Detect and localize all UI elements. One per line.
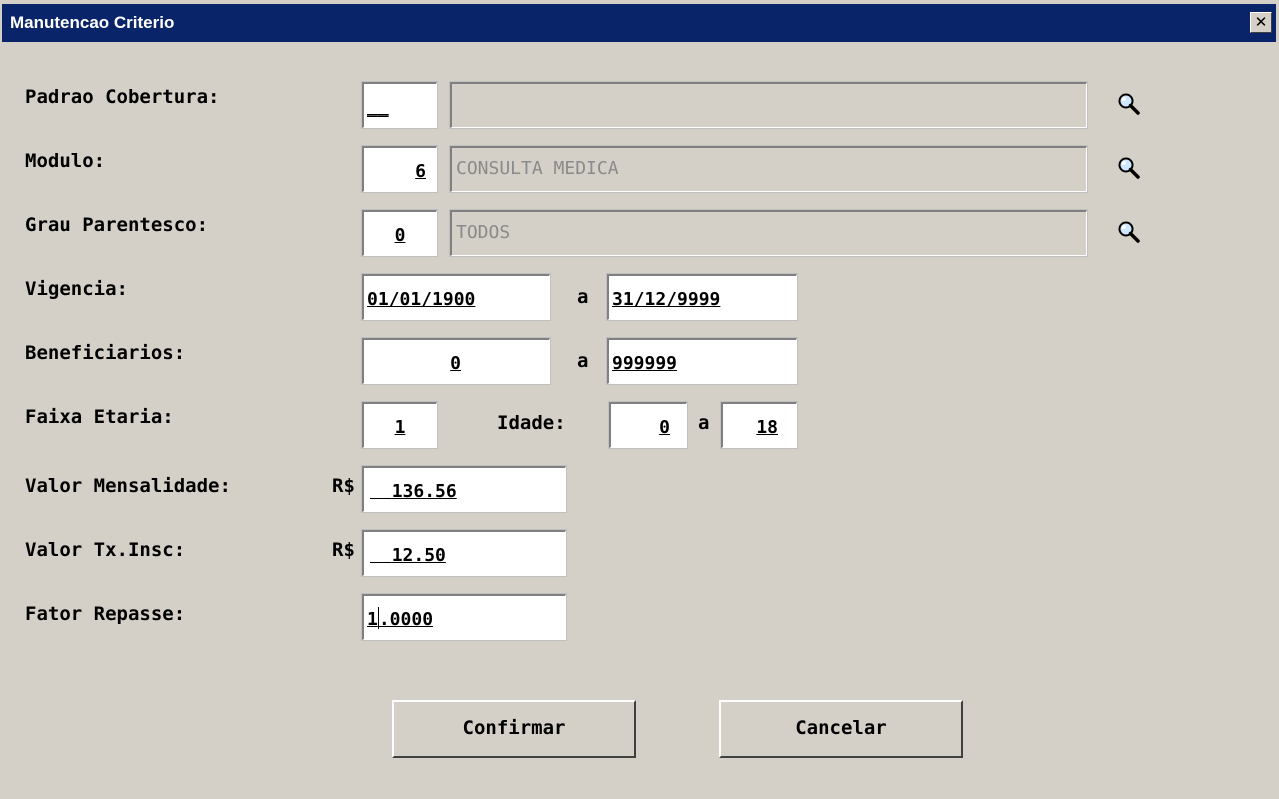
- valor-tx-insc-label: Valor Tx.Insc:: [25, 539, 186, 561]
- valor-tx-insc-currency: R$: [332, 539, 355, 561]
- dialog-window: Manutencao Criterio ✕ Padrao Cobertura: …: [0, 0, 1279, 799]
- fator-repasse-value-end: .0000: [378, 609, 434, 630]
- grau-parentesco-code-input[interactable]: 0: [361, 209, 438, 257]
- vigencia-separator: a: [577, 286, 589, 308]
- idade-to-input[interactable]: 18: [720, 401, 798, 449]
- valor-mensalidade-label: Valor Mensalidade:: [25, 475, 231, 497]
- beneficiarios-to-input[interactable]: 999999: [606, 337, 798, 385]
- padrao-cobertura-code-input[interactable]: __: [361, 81, 438, 129]
- beneficiarios-separator: a: [577, 350, 589, 372]
- modulo-description: CONSULTA MEDICA: [449, 145, 1088, 193]
- faixa-etaria-label: Faixa Etaria:: [25, 406, 174, 428]
- modulo-code-input[interactable]: 6: [361, 145, 438, 193]
- vigencia-label: Vigencia:: [25, 278, 128, 300]
- padrao-cobertura-label: Padrao Cobertura:: [25, 86, 220, 108]
- beneficiarios-from-input[interactable]: 0: [361, 337, 551, 385]
- fator-repasse-label: Fator Repasse:: [25, 603, 186, 625]
- fator-repasse-input[interactable]: 1.0000: [361, 593, 567, 641]
- padrao-cobertura-lookup-icon[interactable]: [1117, 92, 1141, 116]
- idade-separator: a: [698, 412, 710, 434]
- valor-tx-insc-value: 12.50: [391, 545, 446, 566]
- window-title: Manutencao Criterio: [10, 13, 175, 32]
- confirm-button[interactable]: Confirmar: [392, 700, 636, 758]
- padrao-cobertura-description: [449, 81, 1088, 129]
- faixa-etaria-input[interactable]: 1: [361, 401, 438, 449]
- vigencia-from-input[interactable]: 01/01/1900: [361, 273, 551, 321]
- valor-mensalidade-currency: R$: [332, 475, 355, 497]
- valor-mensalidade-value: 136.56: [391, 481, 457, 502]
- grau-parentesco-label: Grau Parentesco:: [25, 214, 209, 236]
- grau-parentesco-lookup-icon[interactable]: [1117, 220, 1141, 244]
- modulo-lookup-icon[interactable]: [1117, 156, 1141, 180]
- grau-parentesco-description: TODOS: [449, 209, 1088, 257]
- valor-tx-insc-input[interactable]: 12.50: [361, 529, 567, 577]
- beneficiarios-label: Beneficiarios:: [25, 342, 186, 364]
- idade-from-input[interactable]: 0: [608, 401, 688, 449]
- vigencia-to-input[interactable]: 31/12/9999: [606, 273, 798, 321]
- modulo-label: Modulo:: [25, 150, 106, 172]
- cancel-button[interactable]: Cancelar: [719, 700, 963, 758]
- valor-mensalidade-input[interactable]: 136.56: [361, 465, 567, 513]
- title-bar: Manutencao Criterio ✕: [2, 4, 1276, 42]
- idade-label: Idade:: [497, 412, 566, 434]
- fator-repasse-value-start: 1: [367, 609, 378, 630]
- close-icon[interactable]: ✕: [1250, 12, 1272, 33]
